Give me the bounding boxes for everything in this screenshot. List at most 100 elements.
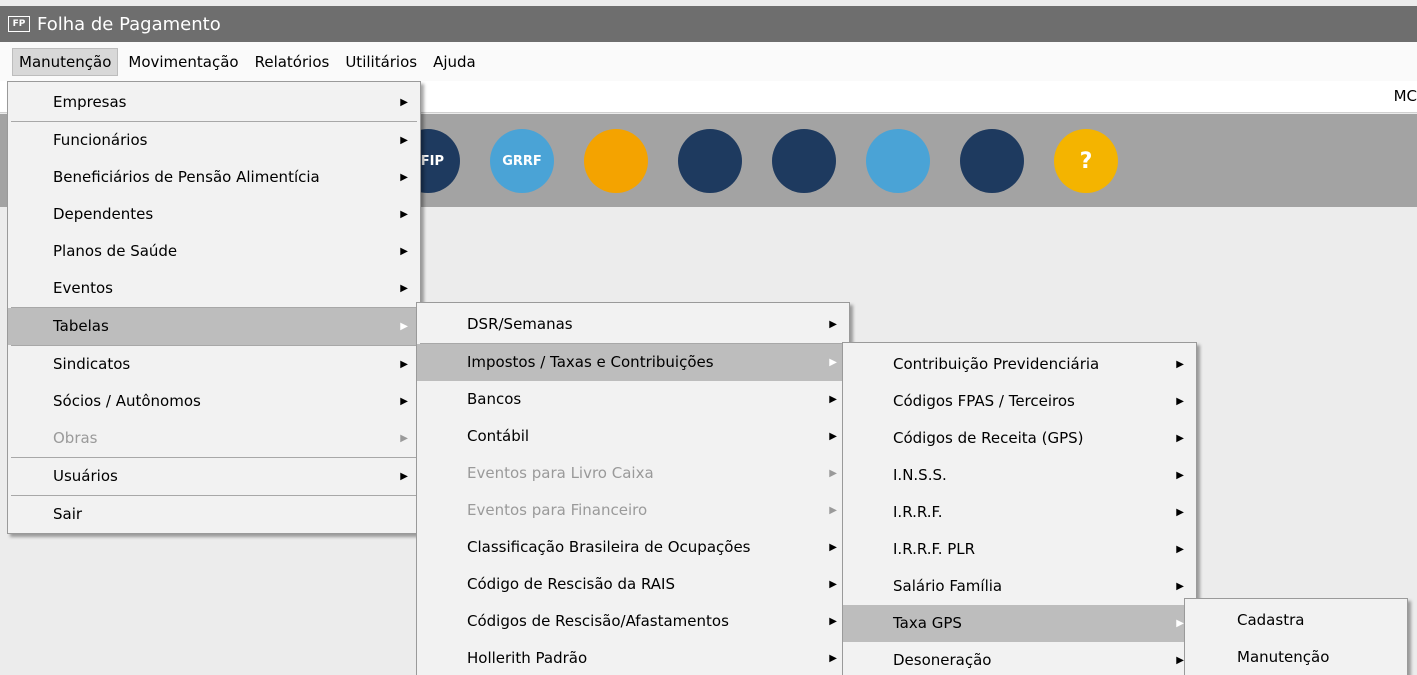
menu-item-label: Empresas (53, 93, 127, 111)
database-icon[interactable] (960, 129, 1024, 193)
submenu-arrow-icon: ▶ (1176, 618, 1184, 629)
menu-item-codigos-de-receita-gps[interactable]: Códigos de Receita (GPS) ▶ (843, 420, 1196, 457)
submenu-arrow-icon: ▶ (400, 135, 408, 146)
menu-item-sindicatos[interactable]: Sindicatos ▶ (8, 346, 420, 383)
menu-item-impostos-taxas-e-contribuicoes[interactable]: Impostos / Taxas e Contribuições ▶ (417, 344, 849, 381)
menu-item-label: Sócios / Autônomos (53, 392, 201, 410)
menu-item-eventos-para-financeiro: Eventos para Financeiro ▶ (417, 492, 849, 529)
submenu-arrow-icon: ▶ (400, 359, 408, 370)
submenu-arrow-icon: ▶ (829, 431, 837, 442)
menu-item-planos-de-saude[interactable]: Planos de Saúde ▶ (8, 233, 420, 270)
menu-relatorios[interactable]: Relatórios (249, 49, 336, 75)
menu-item-label: I.R.R.F. PLR (893, 540, 976, 558)
menu-item-i-r-r-f[interactable]: I.R.R.F. ▶ (843, 494, 1196, 531)
menu-item-codigo-de-rescisao-da-rais[interactable]: Código de Rescisão da RAIS ▶ (417, 566, 849, 603)
menu-item-cadastra[interactable]: Cadastra (1185, 602, 1407, 639)
menu-item-label: Impostos / Taxas e Contribuições (467, 353, 714, 371)
menu-item-empresas[interactable]: Empresas ▶ (8, 84, 420, 121)
menu-item-contabil[interactable]: Contábil ▶ (417, 418, 849, 455)
menu-item-beneficiarios-de-pensao-alimenticia[interactable]: Beneficiários de Pensão Alimentícia ▶ (8, 159, 420, 196)
menu-item-tabelas[interactable]: Tabelas ▶ (8, 308, 420, 345)
menu-item-label: Sindicatos (53, 355, 131, 373)
menu-item-socios-autonomos[interactable]: Sócios / Autônomos ▶ (8, 383, 420, 420)
submenu-arrow-icon: ▶ (829, 579, 837, 590)
menu-item-label: Códigos FPAS / Terceiros (893, 392, 1075, 410)
menu-item-dependentes[interactable]: Dependentes ▶ (8, 196, 420, 233)
menu-ajuda[interactable]: Ajuda (427, 49, 482, 75)
menu-item-funcionarios[interactable]: Funcionários ▶ (8, 122, 420, 159)
menu-item-classificacao-brasileira-de-ocupacoes[interactable]: Classificação Brasileira de Ocupações ▶ (417, 529, 849, 566)
menu-item-label: Contábil (467, 427, 530, 445)
app-icon: FP (8, 16, 30, 32)
menu-item-label: Classificação Brasileira de Ocupações (467, 538, 751, 556)
submenu-arrow-icon: ▶ (829, 505, 837, 516)
submenu-arrow-icon: ▶ (829, 357, 837, 368)
menu-item-hollerith-padrao[interactable]: Hollerith Padrão ▶ (417, 640, 849, 675)
menu-item-manutencao[interactable]: Manutenção (1185, 639, 1407, 675)
menu-utilitarios[interactable]: Utilitários (339, 49, 423, 75)
menu-item-label: I.R.R.F. (893, 503, 943, 521)
submenu-arrow-icon: ▶ (829, 468, 837, 479)
menu-movimentacao[interactable]: Movimentação (122, 49, 244, 75)
submenu-arrow-icon: ▶ (1176, 507, 1184, 518)
submenu-arrow-icon: ▶ (829, 319, 837, 330)
menu-item-label: Tabelas (53, 317, 109, 335)
submenu-tabelas: DSR/Semanas ▶ Impostos / Taxas e Contribui… (416, 302, 850, 675)
window-titlebar: FP Folha de Pagamento (0, 6, 1417, 42)
submenu-arrow-icon: ▶ (1176, 359, 1184, 370)
menu-item-label: Salário Família (893, 577, 1003, 595)
menu-item-label: Códigos de Receita (GPS) (893, 429, 1084, 447)
menu-item-label: Desoneração (893, 651, 992, 669)
submenu-arrow-icon: ▶ (1176, 470, 1184, 481)
document-icon[interactable] (584, 129, 648, 193)
menu-item-label: Planos de Saúde (53, 242, 178, 260)
submenu-arrow-icon: ▶ (1176, 433, 1184, 444)
submenu-arrow-icon: ▶ (400, 209, 408, 220)
submenu-arrow-icon: ▶ (400, 172, 408, 183)
menu-item-taxa-gps[interactable]: Taxa GPS ▶ (843, 605, 1196, 642)
menu-item-label: Funcionários (53, 131, 148, 149)
menu-item-label: Contribuição Previdenciária (893, 355, 1100, 373)
menu-item-usuarios[interactable]: Usuários ▶ (8, 458, 420, 495)
menu-item-label: Dependentes (53, 205, 154, 223)
submenu-arrow-icon: ▶ (829, 542, 837, 553)
menu-item-label: Eventos para Livro Caixa (467, 464, 654, 482)
menu-item-codigos-fpas-terceiros[interactable]: Códigos FPAS / Terceiros ▶ (843, 383, 1196, 420)
menu-item-label: DSR/Semanas (467, 315, 573, 333)
submenu-arrow-icon: ▶ (400, 396, 408, 407)
menu-item-label: Beneficiários de Pensão Alimentícia (53, 168, 320, 186)
menu-item-eventos-para-livro-caixa: Eventos para Livro Caixa ▶ (417, 455, 849, 492)
support-agent-icon[interactable] (678, 129, 742, 193)
menu-item-contribuicao-previdenciaria[interactable]: Contribuição Previdenciária ▶ (843, 346, 1196, 383)
menubar: Manutenção Movimentação Relatórios Utili… (0, 42, 1417, 81)
menu-item-i-n-s-s[interactable]: I.N.S.S. ▶ (843, 457, 1196, 494)
submenu-arrow-icon: ▶ (400, 246, 408, 257)
help-chat-icon[interactable]: ? (1054, 129, 1118, 193)
menu-item-label: Eventos (53, 279, 113, 297)
menu-item-label: Bancos (467, 390, 522, 408)
menu-item-label: I.N.S.S. (893, 466, 947, 484)
menu-item-salario-familia[interactable]: Salário Família ▶ (843, 568, 1196, 605)
menu-item-label: Manutenção (1237, 648, 1330, 666)
menu-item-label: Hollerith Padrão (467, 649, 588, 667)
menu-item-label: Sair (53, 505, 83, 523)
menu-item-sair[interactable]: Sair (8, 496, 420, 533)
menu-item-i-r-r-f-plr[interactable]: I.R.R.F. PLR ▶ (843, 531, 1196, 568)
menu-item-desoneracao[interactable]: Desoneração ▶ (843, 642, 1196, 675)
grrf-icon[interactable]: GRRF (490, 129, 554, 193)
menu-item-codigos-de-rescisao-afastamentos[interactable]: Códigos de Rescisão/Afastamentos ▶ (417, 603, 849, 640)
submenu-arrow-icon: ▶ (829, 653, 837, 664)
menu-item-bancos[interactable]: Bancos ▶ (417, 381, 849, 418)
menu-item-eventos[interactable]: Eventos ▶ (8, 270, 420, 307)
remote-access-icon[interactable] (866, 129, 930, 193)
submenu-impostos: Contribuição Previdenciária ▶ Códigos FPAS… (842, 342, 1197, 675)
menu-item-obras: Obras ▶ (8, 420, 420, 457)
submenu-arrow-icon: ▶ (1176, 544, 1184, 555)
menu-item-dsr-semanas[interactable]: DSR/Semanas ▶ (417, 306, 849, 343)
menu-manutencao[interactable]: Manutenção (12, 47, 119, 76)
submenu-arrow-icon: ▶ (1176, 655, 1184, 666)
submenu-arrow-icon: ▶ (1176, 581, 1184, 592)
meeting-icon[interactable] (772, 129, 836, 193)
strip-right-text: MC (1393, 87, 1417, 105)
menu-item-label: Taxa GPS (893, 614, 962, 632)
